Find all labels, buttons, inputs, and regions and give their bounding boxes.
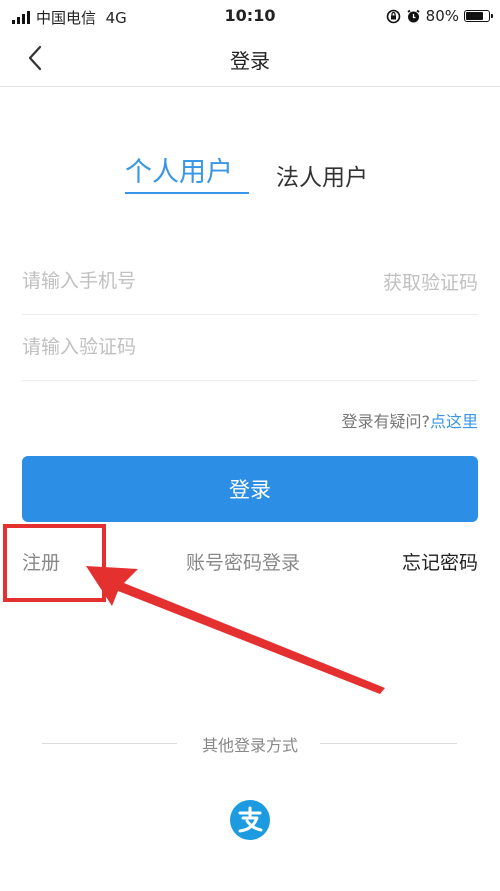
login-help: 登录有疑问?点这里 [341, 408, 478, 432]
get-code-button[interactable]: 获取验证码 [383, 268, 478, 295]
other-login-label: 其他登录方式 [201, 736, 298, 755]
tab-company-user[interactable]: 法人用户 [276, 158, 368, 192]
phone-row: 获取验证码 [22, 252, 478, 315]
forgot-password-link[interactable]: 忘记密码 [402, 548, 478, 575]
alarm-icon [407, 9, 420, 22]
battery-percent: 80% [425, 7, 459, 25]
tab-active-indicator [125, 192, 249, 194]
help-text: 登录有疑问? [341, 412, 430, 431]
alipay-icon[interactable] [230, 800, 270, 840]
verification-code-input[interactable] [22, 332, 422, 362]
status-bar: 中国电信 4G 10:10 80% [0, 0, 500, 32]
orientation-lock-icon [386, 9, 400, 23]
page-title: 登录 [230, 49, 270, 73]
annotation-highlight-box [3, 524, 106, 602]
annotation-arrow [86, 566, 385, 694]
password-login-link[interactable]: 账号密码登录 [186, 548, 300, 575]
login-button[interactable]: 登录 [22, 456, 478, 522]
phone-input[interactable] [22, 266, 322, 296]
battery-icon [464, 10, 493, 22]
tab-personal-user[interactable]: 个人用户 [125, 150, 233, 189]
code-row [22, 318, 478, 381]
help-link[interactable]: 点这里 [430, 412, 478, 431]
nav-bar: 登录 [0, 32, 500, 87]
